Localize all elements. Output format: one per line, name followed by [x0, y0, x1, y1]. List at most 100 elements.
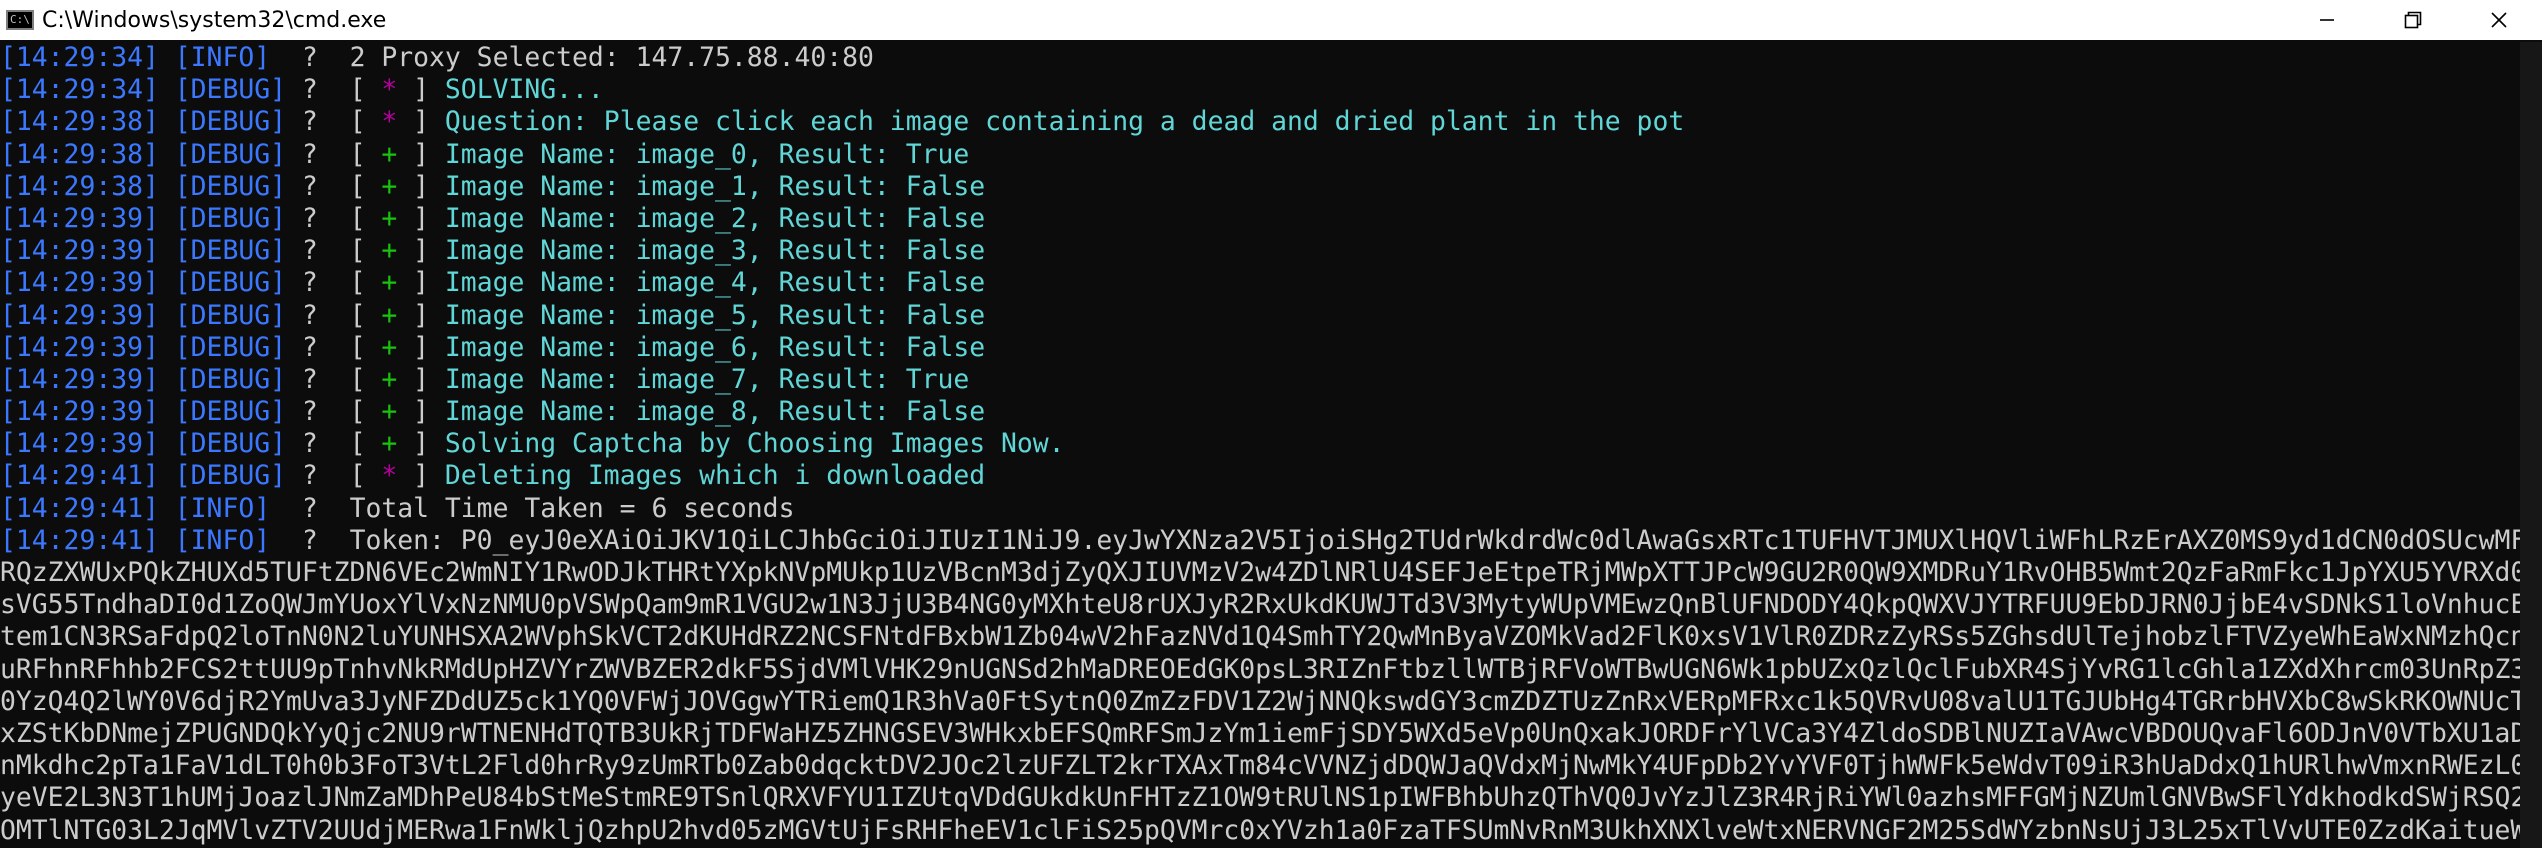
window-title: C:\Windows\system32\cmd.exe	[42, 7, 387, 33]
bracket-open: [	[349, 267, 382, 299]
console-line: [14:29:39] [DEBUG] ? [ + ] Image Name: i…	[0, 364, 2520, 396]
console-line: [14:29:41] [INFO] ? Total Time Taken = 6…	[0, 493, 2520, 525]
restore-icon	[2404, 11, 2422, 29]
bracket-close: ]	[397, 396, 445, 428]
plus-marker: +	[381, 235, 398, 267]
unknown-glyph: ?	[301, 460, 318, 492]
bracket-open: [	[349, 363, 382, 395]
bracket-open: [	[349, 74, 382, 106]
log-message: Image Name: image_4, Result: False	[444, 267, 986, 299]
bracket-close: ]	[397, 202, 445, 234]
bracket-open: [	[349, 428, 382, 460]
log-timestamp: [14:29:34]	[0, 42, 159, 73]
unknown-glyph: ?	[301, 331, 318, 363]
unknown-glyph: ?	[301, 428, 318, 460]
log-timestamp: [14:29:39]	[0, 299, 159, 331]
console-scrollbar[interactable]	[2520, 42, 2542, 848]
unknown-glyph: ?	[301, 299, 318, 331]
log-timestamp: [14:29:39]	[0, 331, 159, 363]
unknown-glyph: ?	[301, 235, 318, 267]
log-level: [DEBUG]	[174, 235, 287, 267]
bracket-close: ]	[397, 460, 445, 492]
bracket-open: [	[349, 235, 382, 267]
console-line: [14:29:41] [INFO] ? Token: P0_eyJ0eXAiOi…	[0, 525, 2520, 557]
bracket-open: [	[349, 170, 382, 202]
console-line: [14:29:39] [DEBUG] ? [ + ] Image Name: i…	[0, 203, 2520, 235]
log-level: [DEBUG]	[174, 138, 287, 170]
console-line: [14:29:34] [DEBUG] ? [ * ] SOLVING...	[0, 74, 2520, 106]
bracket-close: ]	[397, 363, 445, 395]
bracket-open: [	[349, 202, 382, 234]
plus-marker: +	[381, 396, 398, 428]
log-message: Question: Please click each image contai…	[444, 106, 1685, 138]
token-continuation-line: xZStKbDNmejZPUGNDQkYyQjc2NU9rWTNENHdTQTB…	[0, 717, 2520, 749]
unknown-glyph: ?	[301, 74, 318, 106]
token-continuation-line: OMTlNTG03L2JqMVlvZTV2UUdjMERwa1FnWkljQzh…	[0, 814, 2520, 846]
console-line: [14:29:39] [DEBUG] ? [ + ] Image Name: i…	[0, 267, 2520, 299]
token-continuation-line: nMkdhc2pTa1FaV1dLT0h0b3FoT3VtL2Fld0hrRy9…	[0, 750, 2520, 782]
log-timestamp: [14:29:39]	[0, 363, 159, 395]
log-level: [DEBUG]	[174, 331, 287, 363]
console-output[interactable]: [14:29:34] [INFO] ? 2 Proxy Selected: 14…	[0, 42, 2520, 848]
close-button[interactable]	[2456, 0, 2542, 40]
unknown-glyph: ?	[301, 363, 318, 395]
restore-button[interactable]	[2370, 0, 2456, 40]
log-level: [DEBUG]	[174, 428, 287, 460]
log-message: SOLVING...	[444, 74, 604, 106]
log-level: [INFO]	[174, 524, 271, 556]
log-timestamp: [14:29:41]	[0, 524, 159, 556]
token-continuation-line: sVG55TndhaDI0d1ZoQWJmYUoxYlVxNzNMU0pVSWp…	[0, 589, 2520, 621]
log-timestamp: [14:29:39]	[0, 235, 159, 267]
console-line: [14:29:38] [DEBUG] ? [ + ] Image Name: i…	[0, 139, 2520, 171]
log-timestamp: [14:29:34]	[0, 74, 159, 106]
log-message: Solving Captcha by Choosing Images Now.	[444, 428, 1065, 460]
star-marker: *	[381, 74, 398, 106]
title-bar[interactable]: C:\ C:\Windows\system32\cmd.exe	[0, 0, 2542, 40]
log-message: Image Name: image_3, Result: False	[444, 235, 986, 267]
log-level: [DEBUG]	[174, 170, 287, 202]
unknown-glyph: ?	[301, 267, 318, 299]
log-message: Image Name: image_1, Result: False	[444, 170, 986, 202]
log-timestamp: [14:29:41]	[0, 460, 159, 492]
log-message: Image Name: image_2, Result: False	[444, 202, 986, 234]
bracket-close: ]	[397, 428, 445, 460]
log-message: Image Name: image_7, Result: True	[444, 363, 970, 395]
log-message: Total Time Taken = 6 seconds	[349, 492, 795, 524]
log-timestamp: [14:29:39]	[0, 396, 159, 428]
cmd-app-icon: C:\	[6, 10, 34, 30]
minimize-icon	[2320, 19, 2334, 21]
plus-marker: +	[381, 202, 398, 234]
console-line: [14:29:41] [DEBUG] ? [ * ] Deleting Imag…	[0, 460, 2520, 492]
plus-marker: +	[381, 428, 398, 460]
log-timestamp: [14:29:39]	[0, 202, 159, 234]
bracket-open: [	[349, 331, 382, 363]
log-timestamp: [14:29:39]	[0, 267, 159, 299]
token-continuation-line: RQzZXWUxPQkZHUXd5TUFtZDN6VEc2WmNIY1RwODJ…	[0, 557, 2520, 588]
log-level: [DEBUG]	[174, 363, 287, 395]
bracket-close: ]	[397, 299, 445, 331]
bracket-close: ]	[397, 331, 445, 363]
console-line: [14:29:38] [DEBUG] ? [ * ] Question: Ple…	[0, 106, 2520, 138]
log-message: Image Name: image_8, Result: False	[444, 396, 986, 428]
log-message: 2 Proxy Selected: 147.75.88.40:80	[349, 42, 874, 73]
bracket-close: ]	[397, 235, 445, 267]
bracket-open: [	[349, 138, 382, 170]
log-message: Image Name: image_0, Result: True	[444, 138, 970, 170]
star-marker: *	[381, 106, 398, 138]
token-continuation-line: uRFhnRFhhb2FCS2ttUU9pTnhvNkRMdUpHZVYrZWV…	[0, 653, 2520, 685]
unknown-glyph: ?	[301, 492, 318, 524]
minimize-button[interactable]	[2284, 0, 2370, 40]
plus-marker: +	[381, 363, 398, 395]
console-line: [14:29:34] [INFO] ? 2 Proxy Selected: 14…	[0, 42, 2520, 74]
bracket-open: [	[349, 106, 382, 138]
close-icon	[2491, 12, 2507, 28]
unknown-glyph: ?	[301, 106, 318, 138]
plus-marker: +	[381, 170, 398, 202]
log-level: [DEBUG]	[174, 106, 287, 138]
console-line: [14:29:39] [DEBUG] ? [ + ] Image Name: i…	[0, 235, 2520, 267]
bracket-close: ]	[397, 267, 445, 299]
console-line: [14:29:39] [DEBUG] ? [ + ] Image Name: i…	[0, 396, 2520, 428]
token-continuation-line: yeVE2L3N3T1hUMjJoazlJNmZaMDhPeU84bStMeSt…	[0, 782, 2520, 814]
star-marker: *	[381, 460, 398, 492]
unknown-glyph: ?	[301, 42, 318, 73]
